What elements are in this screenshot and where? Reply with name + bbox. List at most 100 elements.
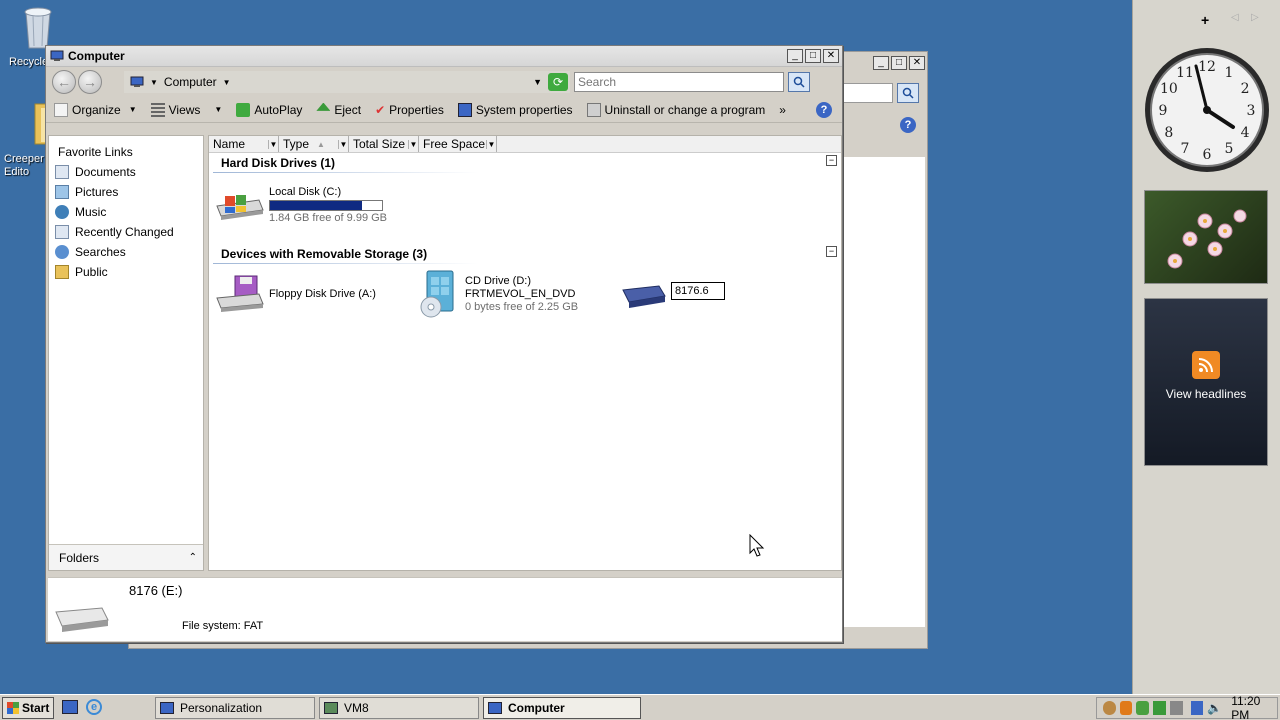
breadcrumb-dropdown-icon[interactable]: ▼: [223, 78, 231, 87]
bg-maximize-button[interactable]: □: [891, 56, 907, 70]
music-icon: [55, 205, 69, 219]
security-icon[interactable]: [1119, 701, 1133, 715]
vm-icon: [324, 702, 338, 714]
show-desktop-icon[interactable]: [62, 700, 78, 714]
bg-close-button[interactable]: ✕: [909, 56, 925, 70]
views-label: Views: [168, 102, 201, 117]
collapse-hard-disk-button[interactable]: −: [826, 155, 837, 166]
previous-gadgets-icon[interactable]: ◁: [1231, 12, 1239, 23]
nav-item-label: Searches: [75, 245, 126, 259]
nav-item-searches[interactable]: Searches: [49, 242, 203, 262]
update-icon[interactable]: [1136, 701, 1150, 715]
navigation-pane: Favorite Links Documents Pictures Music …: [48, 135, 204, 571]
drive-floppy-a[interactable]: Floppy Disk Drive (A:): [215, 274, 376, 316]
column-total-size[interactable]: Total Size ▼: [349, 136, 419, 152]
breadcrumb-computer[interactable]: Computer: [164, 75, 217, 89]
searches-icon: [55, 245, 69, 259]
computer-icon: [50, 50, 64, 61]
rename-input[interactable]: [671, 282, 725, 300]
nav-item-recently-changed[interactable]: Recently Changed: [49, 222, 203, 242]
nav-item-public[interactable]: Public: [49, 262, 203, 282]
chevron-up-icon: ⌃: [188, 552, 197, 563]
properties-button[interactable]: ✔ Properties: [375, 103, 444, 117]
next-gadgets-icon[interactable]: ▷: [1251, 12, 1259, 23]
folders-toggle[interactable]: Folders ⌃: [49, 544, 203, 570]
network-icon[interactable]: [1190, 701, 1204, 715]
clock-number: 12: [1198, 59, 1216, 75]
autoplay-button[interactable]: AutoPlay: [236, 102, 302, 117]
creeper-editor-label: Creeper Edito: [4, 153, 44, 178]
uninstall-label: Uninstall or change a program: [604, 102, 766, 117]
taskbar-item-personalization[interactable]: Personalization: [155, 697, 315, 719]
add-gadget-button[interactable]: +: [1201, 12, 1209, 28]
nav-item-documents[interactable]: Documents: [49, 162, 203, 182]
internet-explorer-icon[interactable]: e: [86, 699, 102, 715]
bg-search-button[interactable]: [897, 83, 919, 103]
minimize-button[interactable]: _: [787, 49, 803, 63]
close-button[interactable]: ✕: [823, 49, 839, 63]
uninstall-button[interactable]: Uninstall or change a program: [586, 102, 766, 117]
feed-headlines-gadget[interactable]: View headlines: [1144, 298, 1268, 466]
address-field[interactable]: ▼ Computer ▼ ▼ ⟳: [124, 71, 570, 93]
taskbar-item-computer[interactable]: Computer: [483, 697, 641, 719]
chevron-down-icon[interactable]: ▼: [486, 139, 496, 149]
nav-item-pictures[interactable]: Pictures: [49, 182, 203, 202]
view-headlines-link[interactable]: View headlines: [1145, 387, 1267, 401]
clock-time[interactable]: 11:20 PM: [1231, 694, 1277, 720]
details-drive-name: 8176 (E:): [129, 583, 183, 598]
help-icon[interactable]: ?: [816, 101, 832, 118]
command-toolbar: Organize ▼ Views ▼ AutoPlay Eject ✔ Prop…: [46, 97, 842, 123]
clock-number: 3: [1247, 103, 1256, 119]
refresh-button[interactable]: ⟳: [548, 73, 568, 91]
slideshow-gadget[interactable]: [1144, 190, 1268, 284]
eject-icon: [316, 102, 331, 111]
address-bar-row: ← → ▼ Computer ▼ ▼ ⟳ Search: [46, 67, 842, 97]
mouse-cursor-icon: [749, 534, 765, 557]
column-type[interactable]: Type ▲ ▼: [279, 136, 349, 152]
chevron-down-icon: ▼: [128, 105, 137, 114]
taskbar-item-vm8[interactable]: VM8: [319, 697, 479, 719]
group-header-hard-disk[interactable]: Hard Disk Drives (1): [221, 156, 335, 170]
nav-item-label: Public: [75, 265, 108, 279]
recycle-bin-icon: [24, 7, 52, 49]
address-history-dropdown[interactable]: ▼: [533, 77, 542, 87]
bg-search-input[interactable]: [843, 83, 893, 103]
column-name[interactable]: Name ▼: [209, 136, 279, 152]
drive-usb-e[interactable]: [619, 280, 725, 310]
more-commands-button[interactable]: »: [779, 103, 786, 117]
chevron-down-icon[interactable]: ▼: [338, 139, 348, 149]
nav-item-music[interactable]: Music: [49, 202, 203, 222]
folders-label: Folders: [59, 550, 100, 565]
bg-help-icon[interactable]: ?: [900, 117, 916, 133]
group-header-removable[interactable]: Devices with Removable Storage (3): [221, 247, 427, 261]
clock-gadget[interactable]: 12 12 3 45678 9 1011: [1143, 46, 1271, 174]
search-button[interactable]: [788, 72, 810, 92]
network-users-icon[interactable]: [1103, 701, 1116, 715]
start-button[interactable]: Start: [2, 696, 55, 719]
chevron-down-icon[interactable]: ▼: [408, 139, 418, 149]
back-button[interactable]: ←: [52, 70, 76, 94]
usb-device-icon[interactable]: [1169, 701, 1183, 715]
collapse-removable-button[interactable]: −: [826, 246, 837, 257]
system-properties-button[interactable]: System properties: [457, 102, 573, 117]
organize-button[interactable]: Organize ▼: [54, 102, 137, 117]
server-manager-icon[interactable]: [1153, 701, 1166, 715]
maximize-button[interactable]: □: [805, 49, 821, 63]
flower-image: [1167, 209, 1247, 269]
search-icon: [793, 76, 805, 88]
chevron-down-icon[interactable]: ▼: [268, 139, 278, 149]
drive-cd-d[interactable]: CD Drive (D:) FRTMEVOL_EN_DVD 0 bytes fr…: [417, 269, 578, 319]
search-input[interactable]: Search: [574, 72, 784, 92]
floppy-drive-icon: [216, 275, 264, 312]
drive-local-disk-c[interactable]: Local Disk (C:) 1.84 GB free of 9.99 GB: [215, 186, 387, 225]
views-button[interactable]: Views ▼: [150, 102, 222, 117]
title-bar[interactable]: Computer _ □ ✕: [46, 46, 842, 67]
bg-minimize-button[interactable]: _: [873, 56, 889, 70]
forward-button[interactable]: →: [78, 70, 102, 94]
breadcrumb-arrow-icon[interactable]: ▼: [150, 78, 158, 87]
eject-button[interactable]: Eject: [316, 102, 361, 117]
views-icon: [150, 102, 165, 117]
column-free-space[interactable]: Free Space ▼: [419, 136, 497, 152]
checkmark-icon: ✔: [375, 102, 386, 117]
volume-icon[interactable]: 🔈: [1207, 701, 1222, 715]
